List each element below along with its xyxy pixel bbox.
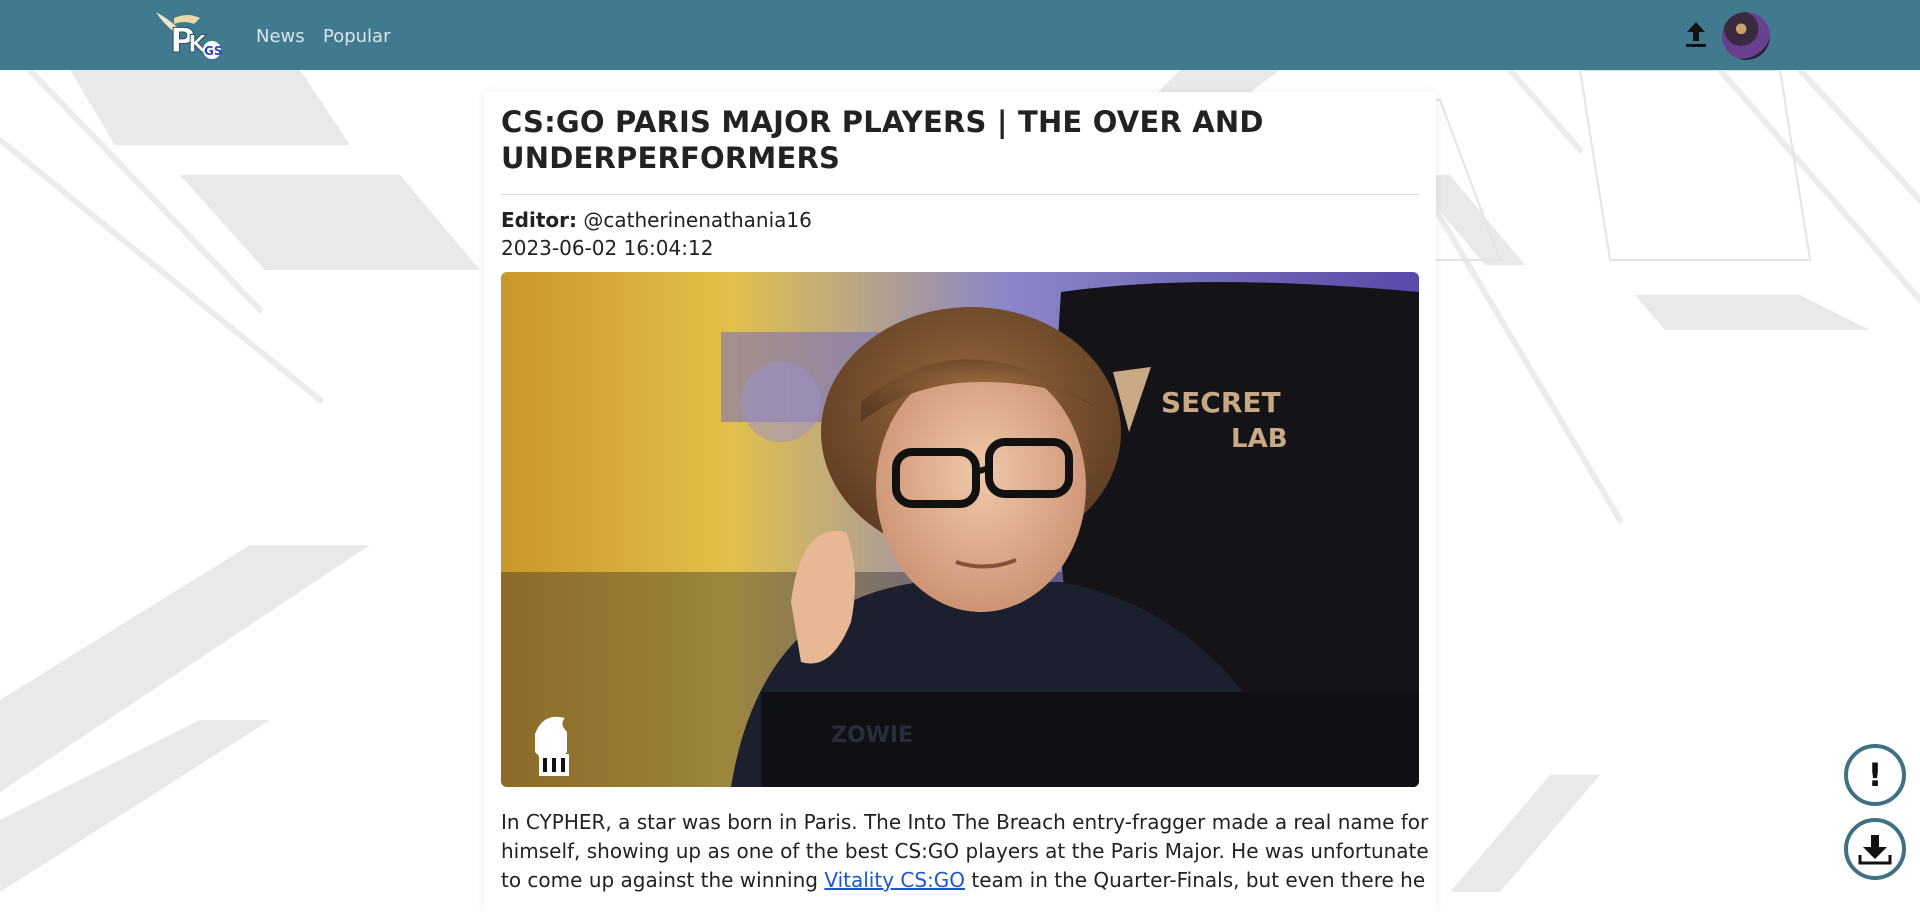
- nav-link-news[interactable]: News: [256, 26, 305, 47]
- svg-text:GS: GS: [204, 44, 223, 58]
- upload-icon[interactable]: [1684, 20, 1708, 48]
- title-divider: [501, 194, 1419, 195]
- svg-text:SECRET: SECRET: [1161, 386, 1281, 419]
- vitality-link[interactable]: Vitality CS:GO: [824, 868, 965, 892]
- download-button[interactable]: [1844, 818, 1906, 880]
- download-icon: [1858, 835, 1892, 865]
- publish-timestamp: 2023-06-02 16:04:12: [501, 236, 714, 260]
- editor-handle[interactable]: @catherinenathania16: [583, 208, 811, 232]
- editor-label: Editor:: [501, 208, 577, 232]
- site-logo[interactable]: P K GS: [148, 8, 228, 60]
- article-body-text-continued: team in the Quarter-Finals, but even the…: [965, 868, 1426, 892]
- user-avatar[interactable]: [1722, 12, 1770, 60]
- article-card: CS:GO PARIS MAJOR PLAYERS | THE OVER AND…: [484, 92, 1436, 912]
- report-button[interactable]: !: [1844, 744, 1906, 806]
- top-navbar: P K GS News Popular: [0, 0, 1920, 70]
- article-title: CS:GO PARIS MAJOR PLAYERS | THE OVER AND…: [501, 105, 1264, 175]
- editor-line: Editor: @catherinenathania16: [501, 208, 812, 232]
- svg-text:LAB: LAB: [1231, 424, 1288, 454]
- article-body: In CYPHER, a star was born in Paris. The…: [501, 808, 1431, 895]
- report-icon: !: [1867, 756, 1883, 794]
- nav-link-popular[interactable]: Popular: [323, 26, 391, 47]
- svg-text:ZOWIE: ZOWIE: [831, 723, 913, 748]
- article-photo: SECRET LAB ZOWIE: [501, 272, 1419, 787]
